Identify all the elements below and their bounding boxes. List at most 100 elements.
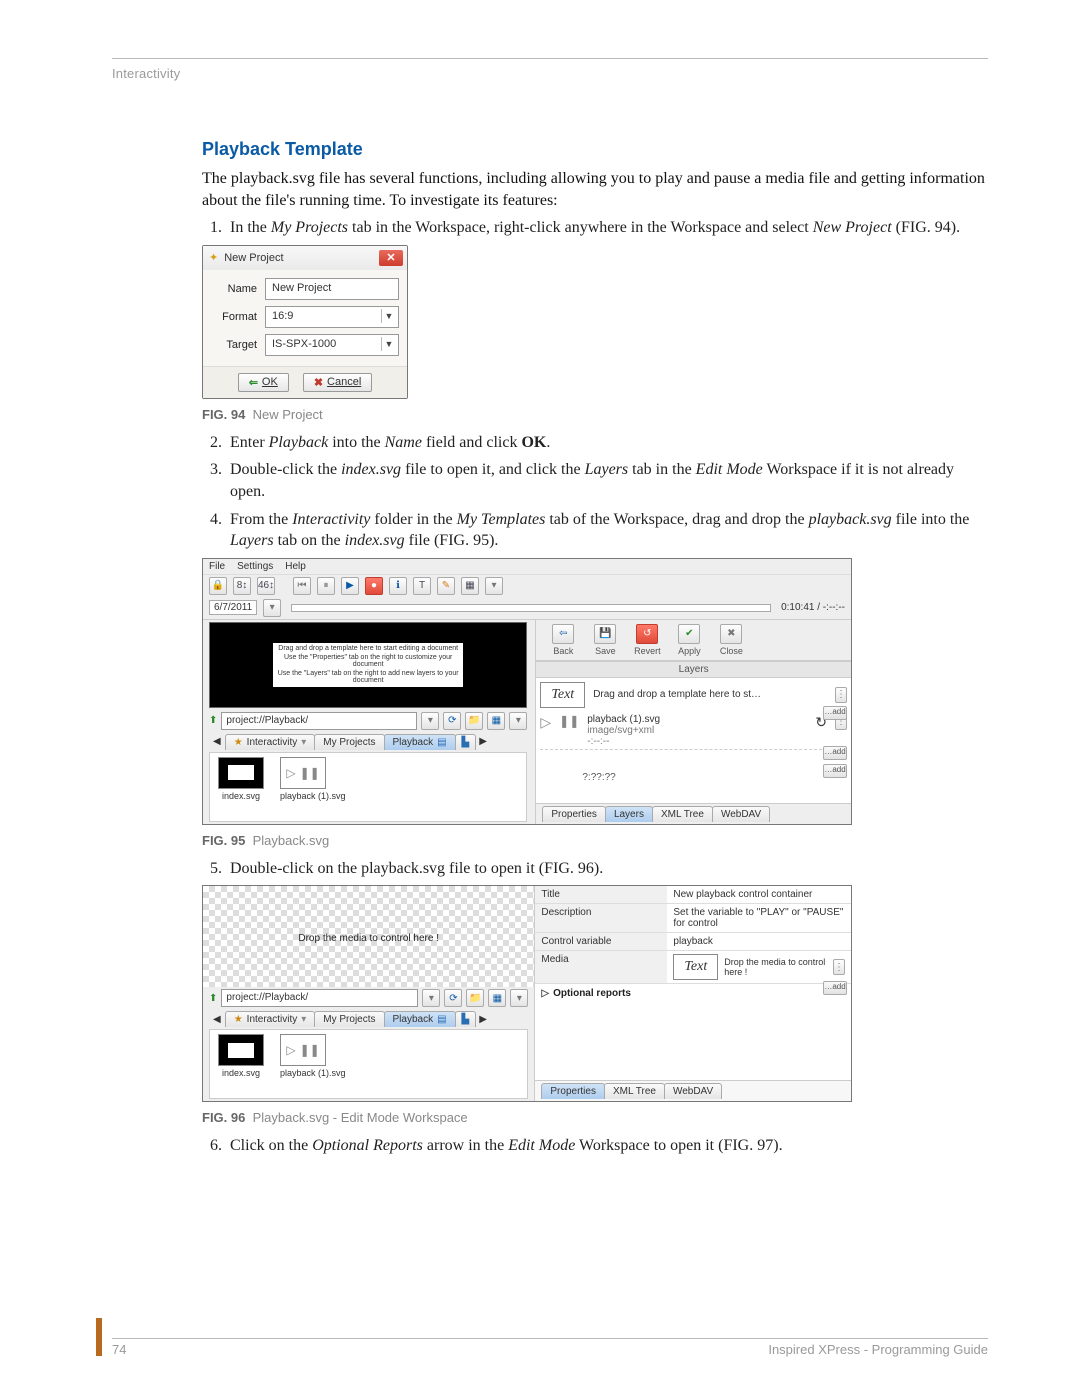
close-button[interactable]: ✖Close [710,624,752,656]
media-text-box[interactable]: Text [673,954,718,980]
edit-icon[interactable]: ✎ [437,577,455,595]
chevron-down-icon[interactable]: ▾ [509,712,527,730]
tab-interactivity[interactable]: ★Interactivity▾ [225,1011,316,1027]
format-label: Format [211,311,257,323]
optional-reports-toggle[interactable]: ▷Optional reports [535,984,851,1003]
up-icon[interactable]: ⬆ [209,715,217,726]
view-icon[interactable]: ▦ [487,712,505,730]
thumb-index[interactable]: index.svg [218,1034,264,1078]
handle-icon[interactable]: ⋮ [833,959,845,975]
tab-playback[interactable]: Playback▤ [384,1011,456,1027]
step-5: Double-click on the playback.svg file to… [226,858,988,880]
tab-xml-tree[interactable]: XML Tree [604,1083,665,1099]
back-icon: ⇦ [552,624,574,644]
format-select[interactable]: 16:9▼ [265,306,399,328]
chevron-down-icon[interactable]: ▾ [421,712,439,730]
layer-row[interactable]: ▷ ❚❚ playback (1).svg image/svg+xml -:--… [540,712,847,750]
add-media-button[interactable]: …add [823,981,847,995]
layers-drop-row[interactable]: Text Drag and drop a template here to st… [540,682,847,708]
play-icon[interactable]: ▶ [341,577,359,595]
nav-left-icon[interactable]: ◀ [209,1014,225,1025]
fig94-dialog: ✦ New Project ✕ Name New Project Format … [202,245,408,399]
add-layer-button[interactable]: …add [823,706,847,720]
timeline-slider[interactable] [291,604,771,612]
tab-interactivity[interactable]: ★Interactivity▾ [225,734,316,750]
add-layer-button[interactable]: …add [823,764,847,778]
chevron-down-icon[interactable]: ▾ [263,599,281,617]
refresh-icon[interactable]: ⟳ [444,989,462,1007]
ok-button[interactable]: ⇐OK [238,373,289,392]
chevron-down-icon[interactable]: ▾ [422,989,440,1007]
close-icon: ✖ [720,624,742,644]
grid-icon[interactable]: ▦ [461,577,479,595]
ok-icon: ⇐ [249,376,258,389]
preview-area: Drag and drop a template here to start e… [209,622,527,708]
tab-xml-tree[interactable]: XML Tree [652,806,713,822]
folder-icon[interactable]: 📁 [466,989,484,1007]
date-field[interactable]: 6/7/2011 [209,600,257,615]
refresh-icon[interactable]: ⟳ [443,712,461,730]
intro-paragraph: The playback.svg file has several functi… [202,168,988,211]
canvas-area[interactable]: Drop the media to control here ! [203,886,534,987]
revert-button[interactable]: ↺Revert [626,624,668,656]
target-select[interactable]: IS-SPX-1000▼ [265,334,399,356]
handle-icon[interactable]: ⋮ [835,687,847,703]
nav-right-icon[interactable]: ▶ [475,1014,491,1025]
cancel-icon: ✖ [314,376,323,389]
tab-webdav[interactable]: WebDAV [664,1083,722,1099]
thumb-playback[interactable]: ▷❚❚ playback (1).svg [280,1034,346,1078]
add-layer-button[interactable]: …add [823,746,847,760]
nav-right-icon[interactable]: ▶ [475,736,491,747]
name-label: Name [211,283,257,295]
lock-icon[interactable]: 🔒 [209,577,227,595]
pause-icon: ❚❚ [300,766,320,780]
apply-button[interactable]: ✔Apply [668,624,710,656]
spin-b[interactable]: 46↕ [257,577,275,595]
prop-media-label: Media [535,951,667,983]
name-field[interactable]: New Project [265,278,399,300]
tab-properties[interactable]: Properties [542,806,606,822]
record-icon[interactable]: ● [365,577,383,595]
footer-accent-bar [96,1318,102,1356]
prop-title-value[interactable]: New playback control container [667,886,851,903]
target-label: Target [211,339,257,351]
tab-more[interactable]: ▙ [455,734,477,750]
thumb-index[interactable]: index.svg [218,757,264,801]
spin-a[interactable]: 8↕ [233,577,251,595]
close-icon[interactable]: ✕ [379,250,403,266]
dropdown-icon[interactable]: ▾ [485,577,503,595]
text-icon[interactable]: T [413,577,431,595]
up-icon[interactable]: ⬆ [209,993,217,1004]
menu-file[interactable]: File [209,561,225,572]
tab-properties[interactable]: Properties [541,1083,605,1099]
tab-my-projects[interactable]: My Projects [314,1011,384,1027]
prop-desc-value[interactable]: Set the variable to "PLAY" or "PAUSE" fo… [667,904,851,932]
chevron-down-icon[interactable]: ▼ [381,337,396,351]
view-icon[interactable]: ▦ [488,989,506,1007]
tab-my-projects[interactable]: My Projects [314,734,384,750]
prop-cv-value[interactable]: playback [667,933,851,950]
folder-icon[interactable]: 📁 [465,712,483,730]
chevron-down-icon[interactable]: ▼ [381,309,396,323]
tab-webdav[interactable]: WebDAV [712,806,770,822]
tab-layers[interactable]: Layers [605,806,653,822]
path-field[interactable]: project://Playback/ [221,712,417,730]
step-6: Click on the Optional Reports arrow in t… [226,1135,988,1157]
chevron-down-icon[interactable]: ▾ [510,989,528,1007]
time-display: 0:10:41 / -:--:-- [781,602,845,613]
back-button[interactable]: ⇦Back [542,624,584,656]
text-drop-box[interactable]: Text [540,682,585,708]
pause-icon[interactable]: ⏸ [317,577,335,595]
menu-settings[interactable]: Settings [237,561,273,572]
play-icon: ▷ [540,714,551,731]
menu-help[interactable]: Help [285,561,306,572]
skip-start-icon[interactable]: ⏮ [293,577,311,595]
info-icon[interactable]: ℹ [389,577,407,595]
tab-more[interactable]: ▙ [455,1011,477,1027]
thumb-playback[interactable]: ▷❚❚ playback (1).svg [280,757,346,801]
cancel-button[interactable]: ✖Cancel [303,373,372,392]
path-field[interactable]: project://Playback/ [221,989,418,1007]
tab-playback[interactable]: Playback▤ [384,734,456,750]
save-button[interactable]: 💾Save [584,624,626,656]
nav-left-icon[interactable]: ◀ [209,736,225,747]
